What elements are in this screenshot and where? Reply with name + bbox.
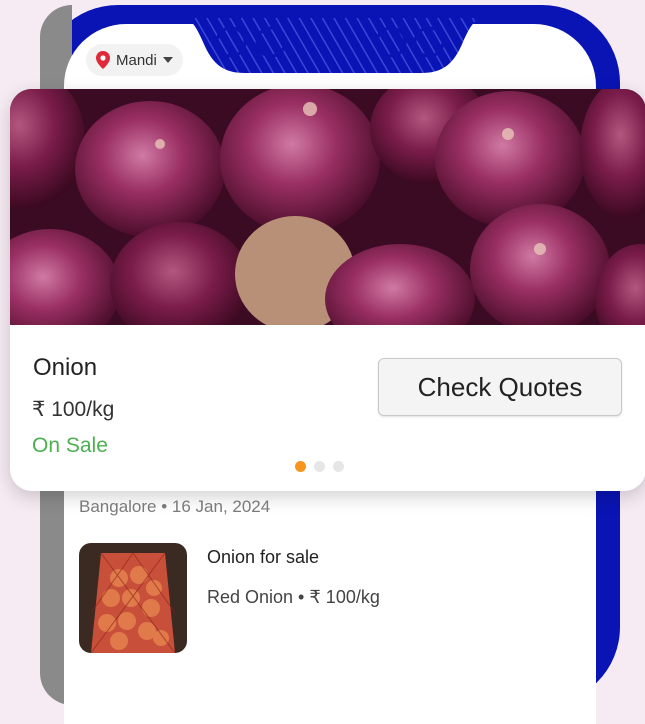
onion-product-image (10, 89, 645, 325)
location-label: Mandi (116, 51, 157, 69)
carousel-dot-active[interactable] (295, 461, 306, 472)
product-price: ₹ 100/kg (32, 398, 115, 421)
listing-meta: Bangalore • 16 Jan, 2024 (79, 497, 271, 516)
location-pin-icon (96, 51, 110, 69)
carousel-indicator[interactable] (295, 461, 344, 472)
listing-subtitle: Red Onion • ₹ 100/kg (207, 587, 380, 607)
carousel-dot[interactable] (314, 461, 325, 472)
carousel-dot[interactable] (333, 461, 344, 472)
onion-sack-thumbnail[interactable] (79, 543, 187, 653)
featured-product-card[interactable]: Onion ₹ 100/kg On Sale Check Quotes (10, 89, 645, 491)
product-status: On Sale (32, 434, 108, 457)
product-name: Onion (33, 354, 98, 381)
check-quotes-button[interactable]: Check Quotes (378, 358, 622, 416)
phone-notch (183, 18, 483, 73)
listing-title[interactable]: Onion for sale (207, 547, 319, 568)
location-selector[interactable]: Mandi (86, 44, 183, 76)
chevron-down-icon (162, 57, 173, 63)
